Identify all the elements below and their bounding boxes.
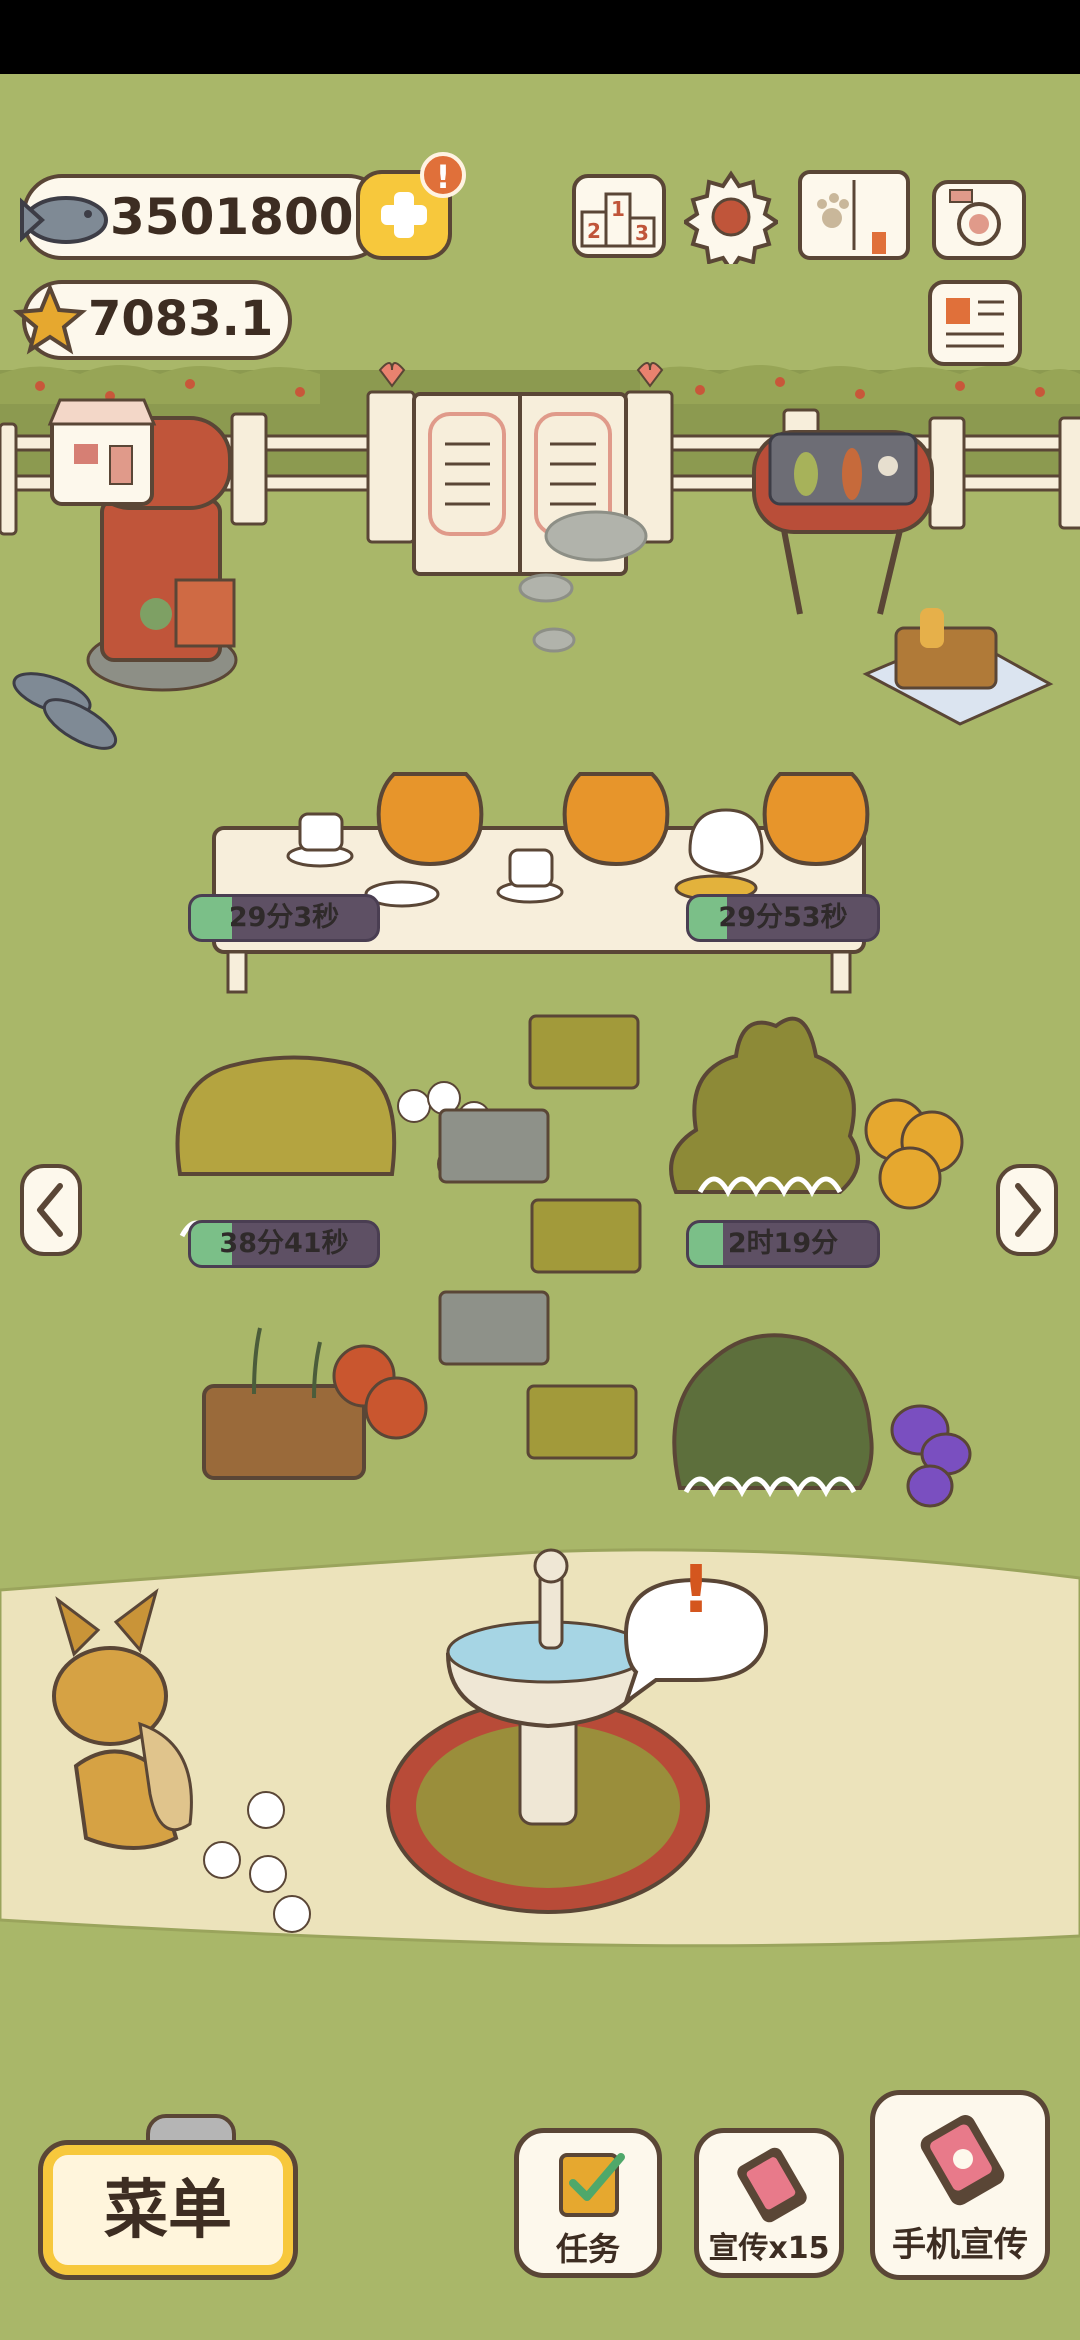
prev-area-button[interactable] [20, 1164, 82, 1256]
notification-badge: ! [420, 152, 466, 198]
food-table[interactable] [214, 754, 864, 914]
chevron-right-icon [1015, 1183, 1041, 1237]
tasks-label: 任务 [555, 2230, 620, 2268]
svg-text:3: 3 [635, 221, 649, 245]
camera-button[interactable] [932, 180, 1026, 260]
status-bar [0, 0, 1080, 74]
garden-plot-soil[interactable] [200, 1314, 436, 1484]
phone-promo-button[interactable]: 手机宣传 [870, 2090, 1050, 2280]
newspaper-icon [946, 298, 1004, 348]
garden-plot-hay[interactable] [172, 982, 402, 1202]
game-scene: ! 3501800 ! 7083.1 2 1 3 29分3秒 29分53秒 38… [0, 74, 1080, 2340]
cat-character[interactable] [40, 1594, 230, 1834]
star-icon [12, 282, 88, 355]
star-amount: 7083.1 [88, 291, 274, 347]
phone-icon [737, 2147, 807, 2223]
fish-icon [20, 196, 108, 244]
settings-button[interactable] [681, 170, 781, 274]
album-button[interactable] [798, 170, 910, 260]
promo-label: 宣传x15 [708, 2231, 830, 2266]
ranking-button[interactable]: 2 1 3 [572, 174, 666, 258]
next-area-button[interactable] [996, 1164, 1058, 1256]
garden-plot-lavender[interactable] [668, 1302, 978, 1502]
mailbox[interactable] [88, 414, 234, 670]
paw-book-icon [817, 180, 886, 254]
bbq-grill[interactable] [730, 430, 1050, 730]
timer-label: 2时19分 [727, 1228, 839, 1259]
timer-plot-sunflower: 2时19分 [686, 1220, 880, 1268]
fish-amount: 3501800 [110, 188, 354, 246]
newspaper-button[interactable] [928, 280, 1022, 366]
svg-text:1: 1 [611, 197, 625, 221]
promo-button[interactable]: 宣传x15 [694, 2128, 844, 2278]
checklist-icon [559, 2153, 625, 2217]
camera-icon [949, 189, 1001, 246]
svg-text:2: 2 [587, 219, 601, 243]
gear-icon [681, 170, 781, 274]
ranking-icon: 2 1 3 [580, 192, 656, 248]
timer-label: 38分41秒 [219, 1228, 349, 1259]
phone-promo-label: 手机宣传 [892, 2225, 1028, 2265]
chevron-left-icon [37, 1183, 63, 1237]
menu-button[interactable]: 菜单 [38, 2140, 298, 2280]
tasks-button[interactable]: 任务 [514, 2128, 662, 2278]
fountain[interactable] [388, 1544, 718, 1914]
garden-plot-sunflower[interactable] [668, 964, 978, 1184]
phone-icon [920, 2115, 1005, 2206]
menu-label: 菜单 [104, 2174, 232, 2248]
timer-plot-hay: 38分41秒 [188, 1220, 380, 1268]
